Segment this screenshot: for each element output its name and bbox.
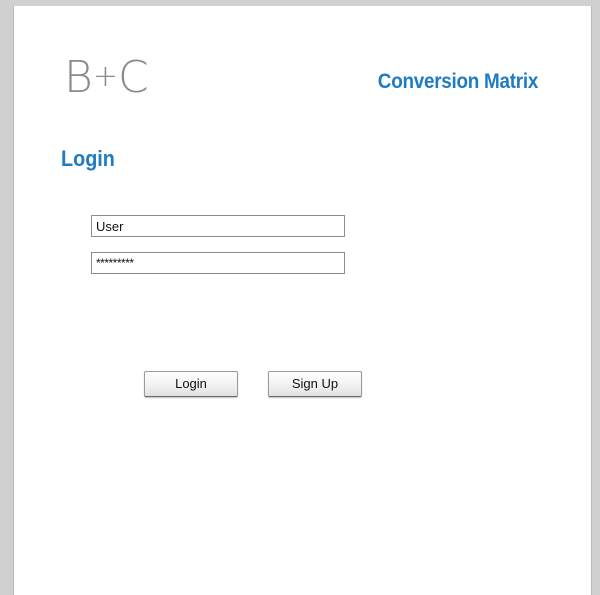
app-title: Conversion Matrix — [377, 70, 539, 93]
signup-button[interactable]: Sign Up — [268, 371, 362, 397]
logo-letter-c: C — [117, 52, 149, 103]
logo-plus: + — [92, 59, 118, 94]
login-page: B+C Conversion Matrix Login Login Sign U… — [13, 6, 592, 595]
brand-logo: B+C — [64, 56, 149, 100]
logo-letter-b: B — [64, 52, 93, 103]
password-field[interactable] — [91, 252, 345, 274]
page-title: Login — [61, 146, 115, 171]
login-button[interactable]: Login — [144, 371, 238, 397]
username-field[interactable] — [91, 215, 345, 237]
